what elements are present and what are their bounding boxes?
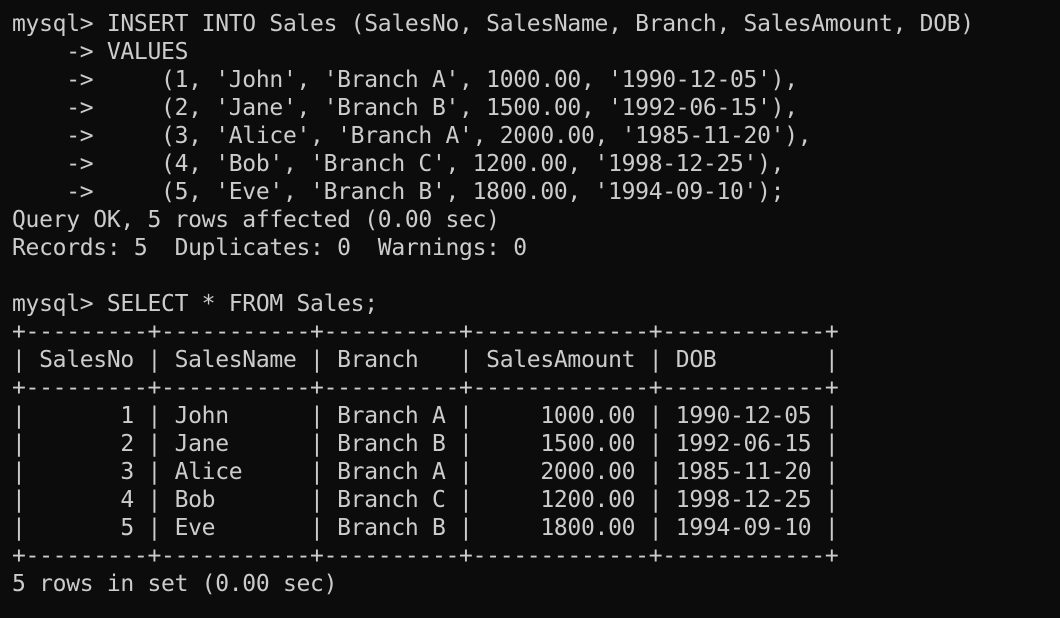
records-summary: Records: 5 Duplicates: 0 Warnings: 0 <box>12 235 527 261</box>
insert-row-line: -> (5, 'Eve', 'Branch B', 1800.00, '1994… <box>12 179 785 205</box>
insert-row-line: -> (3, 'Alice', 'Branch A', 2000.00, '19… <box>12 123 812 149</box>
table-row: | 3 | Alice | Branch A | 2000.00 | 1985-… <box>12 459 839 485</box>
values-continuation-line: -> VALUES <box>12 39 189 65</box>
table-row: | 1 | John | Branch A | 1000.00 | 1990-1… <box>12 403 839 429</box>
insert-row-line: -> (1, 'John', 'Branch A', 1000.00, '199… <box>12 67 798 93</box>
select-command-line: mysql> SELECT * FROM Sales; <box>12 291 378 317</box>
table-header-row: | SalesNo | SalesName | Branch | SalesAm… <box>12 347 839 373</box>
table-border: +---------+-----------+----------+------… <box>12 375 839 401</box>
result-summary: 5 rows in set (0.00 sec) <box>12 571 338 597</box>
insert-row-line: -> (4, 'Bob', 'Branch C', 1200.00, '1998… <box>12 151 785 177</box>
table-row: | 5 | Eve | Branch B | 1800.00 | 1994-09… <box>12 515 839 541</box>
query-ok-message: Query OK, 5 rows affected (0.00 sec) <box>12 207 500 233</box>
insert-row-line: -> (2, 'Jane', 'Branch B', 1500.00, '199… <box>12 95 798 121</box>
table-border: +---------+-----------+----------+------… <box>12 543 839 569</box>
terminal-window[interactable]: mysql> INSERT INTO Sales (SalesNo, Sales… <box>0 0 1060 618</box>
table-border: +---------+-----------+----------+------… <box>12 319 839 345</box>
table-row: | 4 | Bob | Branch C | 1200.00 | 1998-12… <box>12 487 839 513</box>
insert-command-line: mysql> INSERT INTO Sales (SalesNo, Sales… <box>12 11 974 37</box>
table-row: | 2 | Jane | Branch B | 1500.00 | 1992-0… <box>12 431 839 457</box>
